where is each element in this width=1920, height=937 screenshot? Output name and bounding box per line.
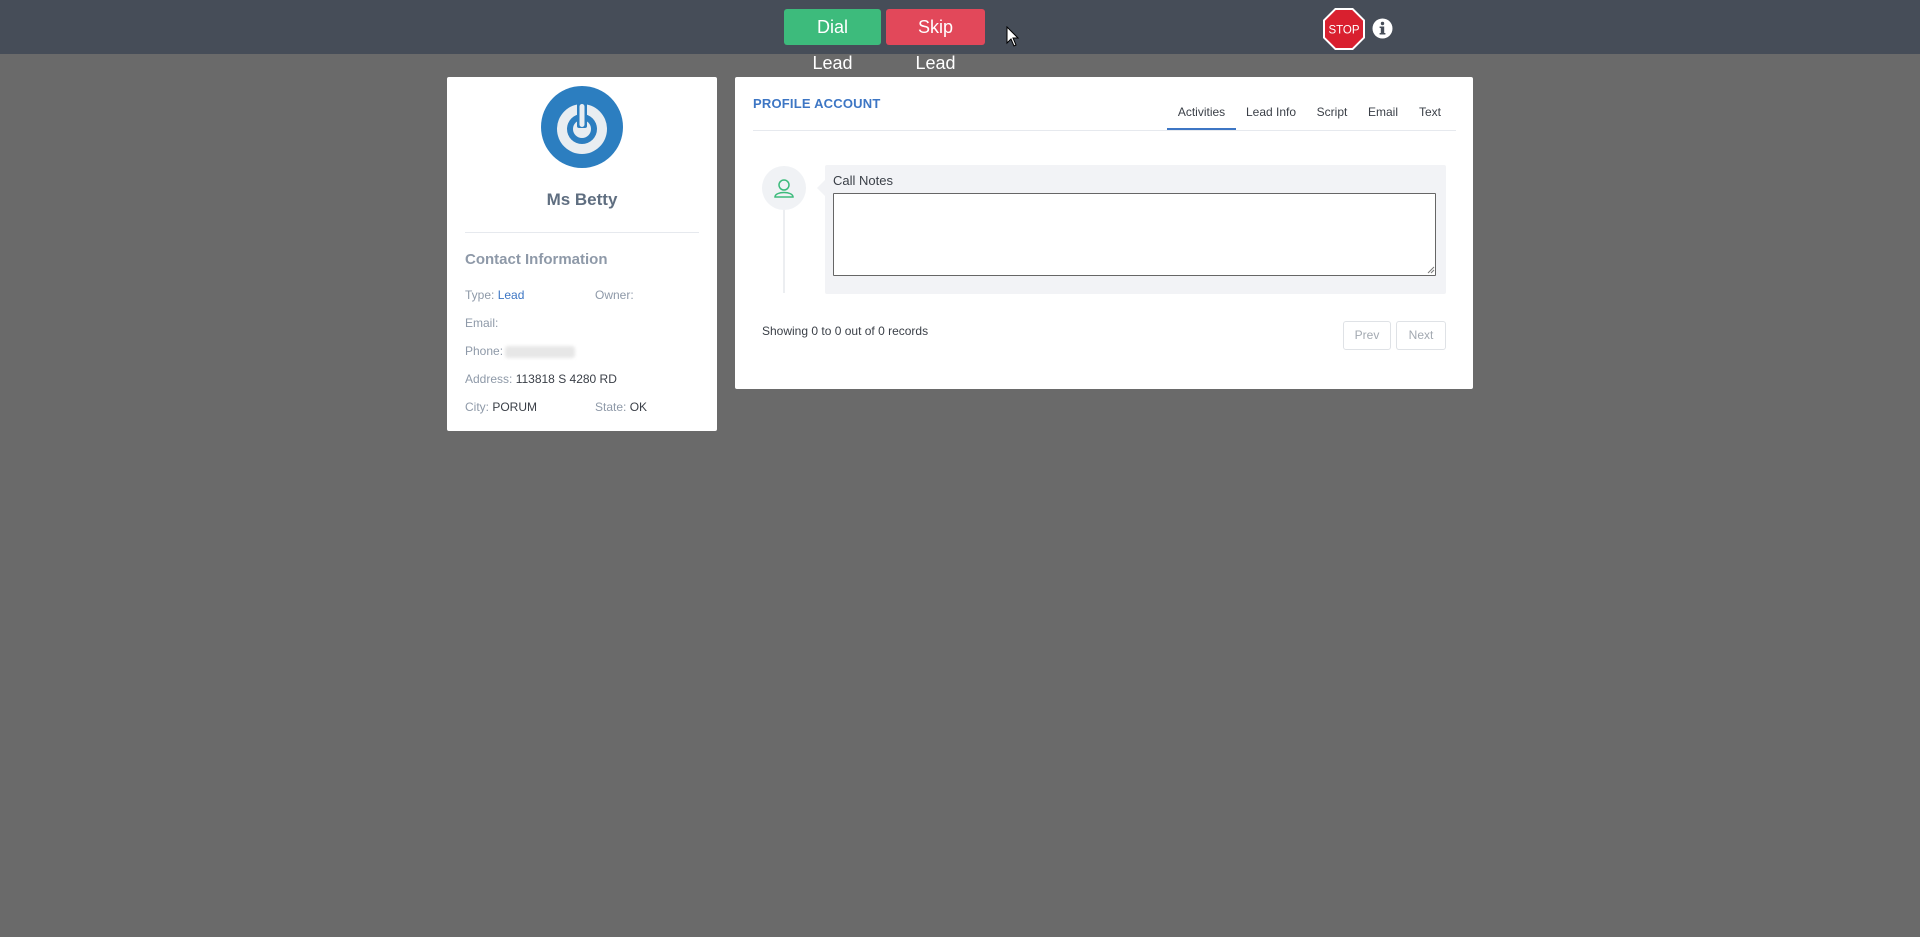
prev-button[interactable]: Prev <box>1343 321 1391 350</box>
state-value: OK <box>629 400 648 414</box>
type-field: Type: Lead <box>465 288 525 302</box>
next-button[interactable]: Next <box>1396 321 1446 350</box>
tabs-divider <box>753 130 1456 131</box>
timeline-line <box>783 210 785 293</box>
tab-text[interactable]: Text <box>1417 99 1443 131</box>
top-toolbar: Dial Lead Skip Lead STOP <box>0 0 1920 73</box>
mouse-cursor-icon <box>1006 26 1020 47</box>
info-icon[interactable] <box>1372 18 1393 39</box>
address-field: Address: 113818 S 4280 RD <box>465 372 617 386</box>
address-value: 113818 S 4280 RD <box>515 372 617 386</box>
owner-field: Owner: <box>595 288 634 302</box>
note-pointer <box>817 180 825 196</box>
tab-script[interactable]: Script <box>1315 99 1349 131</box>
call-notes-textarea[interactable] <box>833 193 1436 276</box>
profile-card: Ms Betty Contact Information Type: Lead … <box>447 77 717 431</box>
skip-lead-button[interactable]: Skip Lead <box>886 9 985 73</box>
email-field: Email: <box>465 316 499 330</box>
resize-grip-icon[interactable] <box>1427 266 1435 274</box>
profile-account-card: PROFILE ACCOUNT Activities Lead Info Scr… <box>735 77 1473 389</box>
tab-activities[interactable]: Activities <box>1167 99 1236 131</box>
call-notes-box: Call Notes <box>825 165 1446 294</box>
stop-label: STOP <box>1328 25 1359 37</box>
phone-field: Phone: <box>465 344 576 358</box>
timeline-avatar <box>762 166 806 210</box>
tab-email[interactable]: Email <box>1367 99 1399 131</box>
divider <box>465 232 699 233</box>
state-field: State: OK <box>595 400 648 414</box>
profile-name: Ms Betty <box>546 190 618 209</box>
tab-lead-info[interactable]: Lead Info <box>1245 99 1297 131</box>
power-logo-icon <box>541 86 623 168</box>
call-notes-label: Call Notes <box>833 173 893 188</box>
profile-account-title: PROFILE ACCOUNT <box>753 96 881 111</box>
user-icon <box>774 179 794 198</box>
contact-information-title: Contact Information <box>465 251 608 268</box>
city-value: PORUM <box>492 400 538 414</box>
dial-lead-button[interactable]: Dial Lead <box>784 9 881 73</box>
stop-icon[interactable]: STOP <box>1322 7 1366 51</box>
city-field: City: PORUM <box>465 400 538 414</box>
records-summary: Showing 0 to 0 out of 0 records <box>762 324 929 338</box>
type-value[interactable]: Lead <box>498 288 525 302</box>
phone-value-redacted <box>505 345 576 358</box>
